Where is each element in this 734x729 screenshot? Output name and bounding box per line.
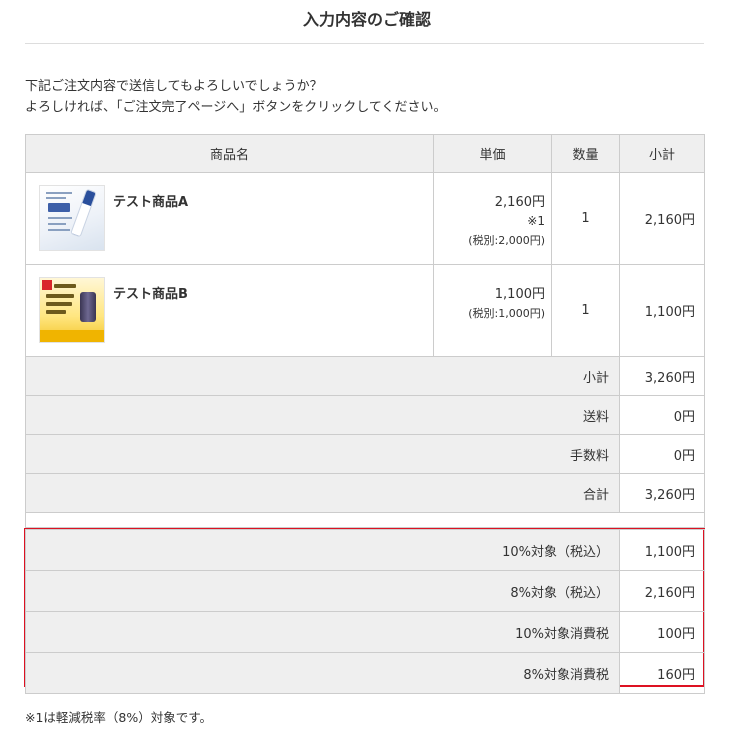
tax-breakdown-table: 10%対象（税込） 1,100円 8%対象（税込） 2,160円 10%対象消費… <box>25 529 705 694</box>
tax-row: 8%対象消費税 160円 <box>25 652 705 694</box>
quantity: 1 <box>551 264 620 357</box>
summary-row-total: 合計 3,260円 <box>25 473 705 513</box>
intro-line-1: 下記ご注文内容で送信してもよろしいでしょうか？ <box>25 79 323 94</box>
tax-value: 160円 <box>619 652 705 694</box>
header-quantity: 数量 <box>551 134 620 173</box>
unit-price: 1,100円 <box>494 287 545 302</box>
header-unit-price: 単価 <box>433 134 552 173</box>
price-tax-excluded: (税別:1,000円) <box>468 307 545 320</box>
summary-label: 送料 <box>25 395 620 435</box>
product-image[interactable] <box>39 185 105 251</box>
summary-row-shipping: 送料 0円 <box>25 395 705 435</box>
price-tax-excluded: (税別:2,000円) <box>468 234 545 247</box>
summary-row-fee: 手数料 0円 <box>25 434 705 474</box>
summary-label: 手数料 <box>25 434 620 474</box>
tax-breakdown-highlight: 10%対象（税込） 1,100円 8%対象（税込） 2,160円 10%対象消費… <box>24 528 705 694</box>
tax-label: 10%対象消費税 <box>25 611 620 653</box>
product-cell: テスト商品B <box>25 264 434 357</box>
header-subtotal: 小計 <box>619 134 705 173</box>
line-subtotal: 2,160円 <box>619 172 705 265</box>
quantity: 1 <box>551 172 620 265</box>
summary-value: 3,260円 <box>619 356 705 396</box>
product-name[interactable]: テスト商品A <box>113 191 188 210</box>
table-spacer <box>25 512 705 528</box>
reduced-tax-footnote: ※1は軽減税率（8%）対象です。 <box>25 710 213 725</box>
tax-row: 10%対象（税込） 1,100円 <box>25 529 705 571</box>
tax-row: 8%対象（税込） 2,160円 <box>25 570 705 612</box>
line-subtotal: 1,100円 <box>619 264 705 357</box>
table-header-row: 商品名 単価 数量 小計 <box>25 134 705 173</box>
table-row: テスト商品A 2,160円 ※1 (税別:2,000円) 1 2,160円 <box>25 172 705 265</box>
table-row: テスト商品B 1,100円 (税別:1,000円) 1 1,100円 <box>25 264 705 357</box>
summary-label: 合計 <box>25 473 620 513</box>
summary-row-subtotal: 小計 3,260円 <box>25 356 705 396</box>
tax-label: 8%対象消費税 <box>25 652 620 694</box>
unit-price-cell: 1,100円 (税別:1,000円) <box>433 264 552 357</box>
unit-price-cell: 2,160円 ※1 (税別:2,000円) <box>433 172 552 265</box>
summary-value: 3,260円 <box>619 473 705 513</box>
tax-value: 1,100円 <box>619 529 705 571</box>
summary-value: 0円 <box>619 434 705 474</box>
unit-price: 2,160円 <box>494 195 545 210</box>
order-table: 商品名 単価 数量 小計 テスト商品A 2,160円 ※1 (税別:2,000円… <box>25 134 705 528</box>
tax-row: 10%対象消費税 100円 <box>25 611 705 653</box>
summary-value: 0円 <box>619 395 705 435</box>
intro-text: 下記ご注文内容で送信してもよろしいでしょうか？ よろしければ、「ご注文完了ページ… <box>25 76 446 118</box>
intro-line-2: よろしければ、「ご注文完了ページへ」ボタンをクリックしてください。 <box>25 100 447 115</box>
tax-label: 10%対象（税込） <box>25 529 620 571</box>
tax-value: 2,160円 <box>619 570 705 612</box>
page-title: 入力内容のご確認 <box>302 10 431 29</box>
product-image[interactable] <box>39 277 105 343</box>
summary-label: 小計 <box>25 356 620 396</box>
tax-value: 100円 <box>619 611 705 653</box>
product-name[interactable]: テスト商品B <box>113 283 188 302</box>
product-cell: テスト商品A <box>25 172 434 265</box>
header-product-name: 商品名 <box>25 134 434 173</box>
title-divider <box>25 43 704 44</box>
reduced-tax-note-mark: ※1 <box>527 214 545 228</box>
tax-label: 8%対象（税込） <box>25 570 620 612</box>
